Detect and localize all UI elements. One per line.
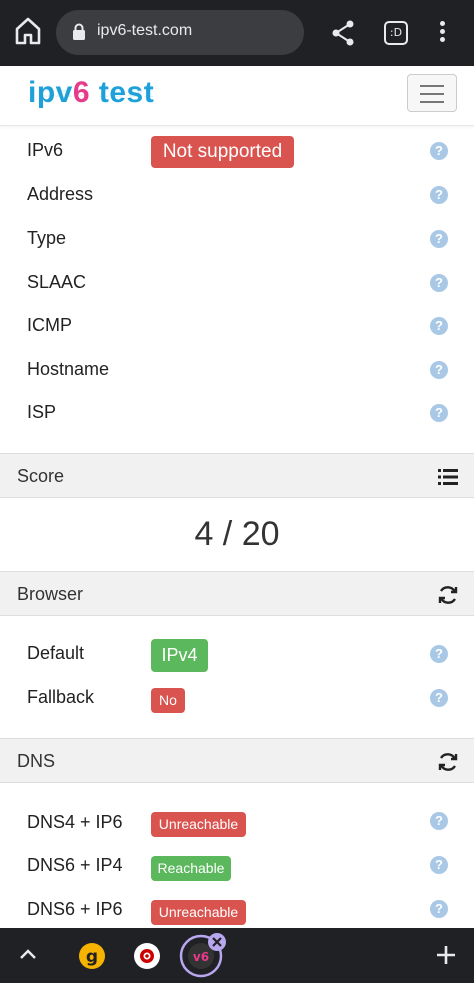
list-icon[interactable] [437, 466, 459, 488]
row-label: ICMP [27, 315, 72, 335]
section-title: Score [17, 466, 65, 486]
site-header: ipv6 test ipv6 test [0, 66, 474, 126]
overflow-menu-icon[interactable] [433, 20, 451, 46]
help-icon[interactable]: ? [430, 317, 448, 335]
row-icmp: ICMP ? [0, 305, 474, 349]
url-text: ipv6-test.com [97, 22, 193, 39]
status-badge: Unreachable [151, 900, 246, 925]
nav-toggle-button[interactable] [407, 74, 457, 112]
row-dns4-ip6: DNS4 + IP6 Unreachable ? [0, 802, 474, 846]
help-icon[interactable]: ? [430, 361, 448, 379]
row-label: Type [27, 228, 67, 248]
browser-toolbar: ipv6-test.com :D [0, 0, 474, 66]
status-badge: IPv4 [151, 639, 208, 672]
row-label: ISP [27, 402, 57, 422]
score-value: 4 / 20 [194, 515, 280, 553]
new-tab-icon[interactable] [434, 943, 458, 967]
help-icon[interactable]: ? [430, 812, 448, 830]
help-icon[interactable]: ? [430, 404, 448, 422]
help-icon[interactable]: ? [430, 274, 448, 292]
home-icon[interactable] [14, 16, 42, 46]
row-dns6-ip6: DNS6 + IP6 Unreachable ? [0, 889, 474, 933]
row-address: Address ? [0, 174, 474, 218]
address-bar[interactable]: ipv6-test.com [56, 10, 304, 55]
tab-strip: g v6 [0, 928, 474, 983]
help-icon[interactable]: ? [430, 186, 448, 204]
row-fallback: Fallback No ? [0, 677, 474, 721]
browser-section-header: Browser [0, 571, 474, 616]
status-badge: Not supported [151, 136, 294, 168]
row-label: DNS6 + IP4 [27, 855, 123, 875]
score-section-header: Score [0, 453, 474, 498]
status-badge: Reachable [151, 856, 231, 881]
help-icon[interactable]: ? [430, 689, 448, 707]
dns-section-header: DNS [0, 738, 474, 783]
row-label: DNS4 + IP6 [27, 812, 123, 832]
row-default: Default IPv4 ? [0, 633, 474, 677]
row-isp: ISP ? [0, 392, 474, 436]
row-label: DNS6 + IP6 [27, 899, 123, 919]
svg-text:g: g [86, 947, 98, 967]
share-icon[interactable] [330, 19, 356, 47]
svg-text:v6: v6 [193, 950, 209, 964]
close-tab-icon[interactable] [207, 932, 227, 952]
chevron-up-icon[interactable] [18, 947, 38, 961]
section-title: Browser [17, 584, 84, 604]
row-type: Type ? [0, 218, 474, 262]
row-label: Default [27, 643, 85, 663]
row-hostname: Hostname ? [0, 349, 474, 393]
refresh-icon[interactable] [437, 584, 459, 606]
help-icon[interactable]: ? [430, 856, 448, 874]
section-title: DNS [17, 751, 56, 771]
help-icon[interactable]: ? [430, 645, 448, 663]
row-ipv6: IPv6 Not supported ? [0, 130, 474, 174]
refresh-icon[interactable] [437, 751, 459, 773]
row-label: IPv6 [27, 140, 64, 160]
tab-favicon-g[interactable]: g [72, 936, 112, 976]
lock-icon [73, 23, 85, 40]
row-label: Fallback [27, 687, 95, 707]
tab-switcher-button[interactable]: :D [384, 21, 408, 45]
row-dns6-ip4: DNS6 + IP4 Reachable ? [0, 845, 474, 889]
help-icon[interactable]: ? [430, 900, 448, 918]
row-label: Hostname [27, 359, 110, 379]
status-badge: Unreachable [151, 812, 246, 837]
row-label: Address [27, 184, 94, 204]
row-slaac: SLAAC ? [0, 262, 474, 306]
row-label: SLAAC [27, 272, 87, 292]
status-badge: No [151, 688, 185, 713]
help-icon[interactable]: ? [430, 230, 448, 248]
tab-favicon-target[interactable] [127, 936, 167, 976]
help-icon[interactable]: ? [430, 142, 448, 160]
logo-reflection: ipv6 test [28, 86, 155, 101]
